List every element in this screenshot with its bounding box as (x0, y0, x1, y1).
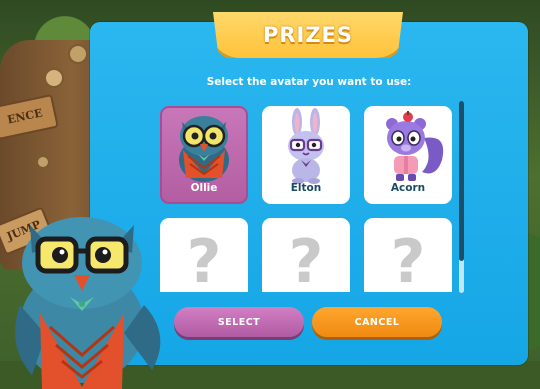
owl-avatar-icon (179, 116, 229, 182)
avatar-name: Acorn (390, 182, 426, 194)
scrollbar-thumb[interactable] (459, 101, 464, 261)
background-critter-icon (68, 44, 88, 64)
avatar-card-ollie[interactable]: Ollie (160, 106, 248, 204)
avatar-card-elton[interactable]: Elton (262, 106, 350, 204)
question-mark-icon: ? (288, 227, 324, 292)
bunny-avatar-icon (288, 108, 324, 184)
avatar-name: Ollie (190, 182, 218, 194)
background-critter-icon (44, 68, 64, 88)
squirrel-avatar-icon (386, 111, 444, 181)
owl-mascot (15, 217, 161, 389)
avatar-card-acorn[interactable]: Acorn (364, 106, 452, 204)
avatar-name: Elton (290, 182, 322, 194)
dialog-subtitle: Select the avatar you want to use: (206, 76, 412, 88)
avatar-grid-scrollbar[interactable] (459, 101, 464, 293)
dialog-title-ribbon: PRIZES (213, 12, 403, 58)
dialog-title: PRIZES (262, 23, 354, 47)
question-mark-icon: ? (390, 227, 426, 292)
background-critter-icon (36, 155, 50, 169)
select-button[interactable]: SELECT (174, 307, 304, 337)
avatar-card-locked[interactable]: ? (262, 218, 350, 292)
avatar-grid: Ollie Elton Acorn ? ? ? (160, 106, 456, 292)
cancel-button[interactable]: CANCEL (312, 307, 442, 337)
avatar-card-locked[interactable]: ? (364, 218, 452, 292)
